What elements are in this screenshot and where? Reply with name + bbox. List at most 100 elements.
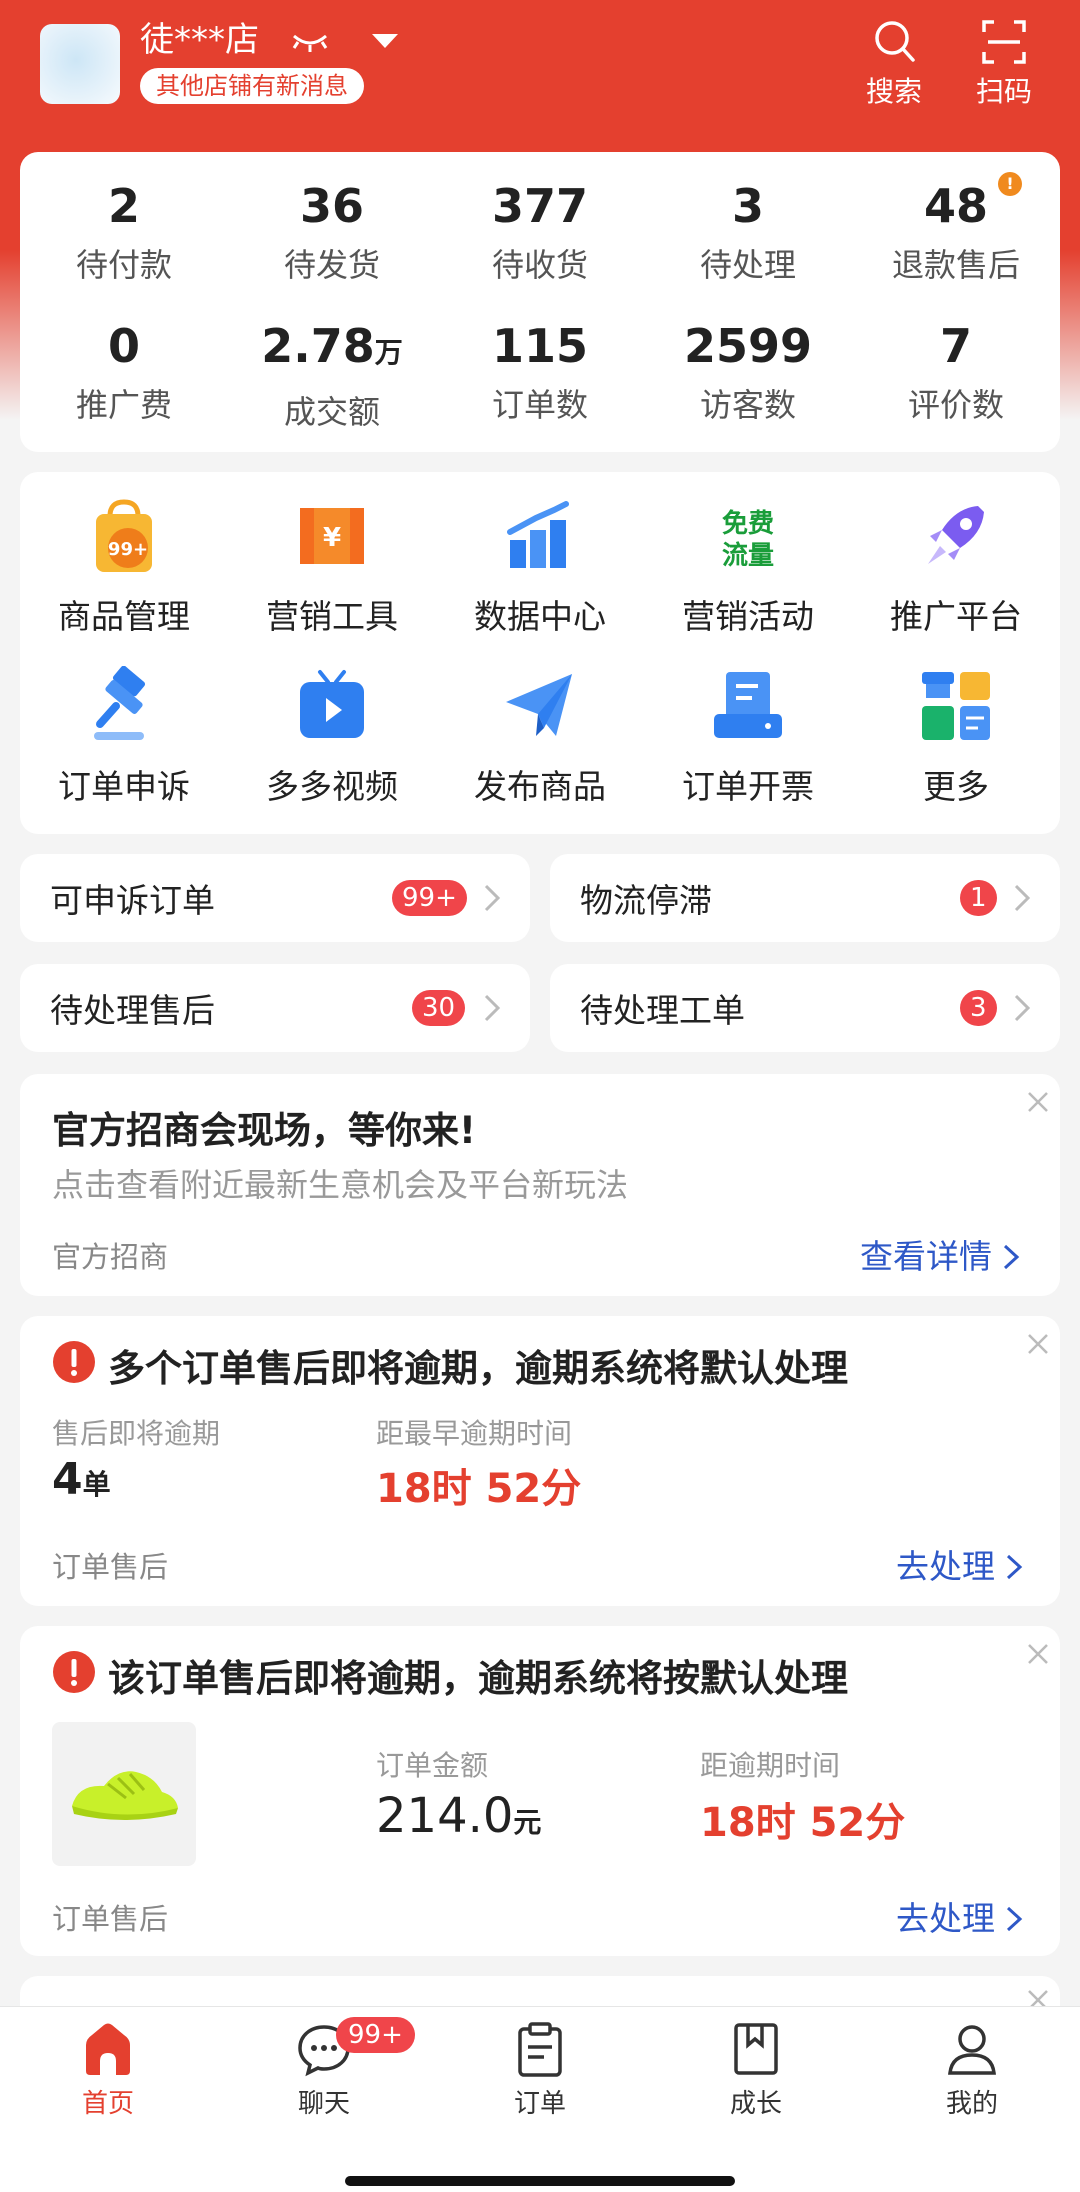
shortcut-label: 可申诉订单 [50, 881, 215, 920]
earliest-overdue-time: 18时 52分 [376, 1466, 582, 1512]
tool-duoduo-video[interactable]: 多多视频 [228, 666, 436, 808]
shortcut-logistics-stalled[interactable]: 物流停滞 1 [550, 854, 1060, 942]
count-badge: 3 [960, 990, 997, 1026]
tab-label: 首页 [81, 2089, 134, 2119]
hide-eye-icon[interactable] [290, 26, 330, 56]
chevron-right-icon [1006, 1906, 1023, 1932]
tool-label: 更多 [923, 767, 989, 806]
stat-label: 访客数 [699, 386, 796, 424]
product-thumbnail[interactable] [52, 1722, 196, 1866]
recruitment-notice-card[interactable]: 官方招商会现场，等你来! 点击查看附近最新生意机会及平台新玩法 官方招商 查看详… [20, 1074, 1060, 1296]
bar-chart-icon [507, 501, 569, 568]
stat-value: 3 [731, 179, 764, 233]
tab-chat[interactable]: 聊天 99+ [216, 2017, 432, 2120]
tool-label: 多多视频 [266, 767, 398, 806]
chevron-right-icon [1003, 1244, 1020, 1270]
notice-title: 多个订单售后即将逾期，逾期系统将默认处理 [108, 1347, 848, 1390]
tab-home[interactable]: 首页 [0, 2021, 216, 2120]
stat-pending-payment[interactable]: 2 待付款 [20, 178, 228, 286]
svg-text:¥: ¥ [323, 523, 341, 553]
icon-text-line2: 流量 [722, 541, 774, 571]
bottom-tab-bar: 首页 聊天 99+ 订单 成长 我的 [0, 2006, 1080, 2192]
search-button[interactable]: 搜索 [854, 18, 934, 110]
shortcut-pending-aftersale[interactable]: 待处理售后 30 [20, 964, 530, 1052]
stat-pending-handling[interactable]: 3 待处理 [644, 178, 852, 286]
stat-gmv[interactable]: 2.78万 成交额 [228, 318, 436, 433]
tool-promotion-platform[interactable]: 推广平台 [852, 496, 1060, 638]
aftersale-overdue-single-card[interactable]: 该订单售后即将逾期，逾期系统将按默认处理 订单金额 214.0元 距逾期时间 1… [20, 1626, 1060, 1956]
order-amount-value: 214.0 [376, 1788, 514, 1844]
shortcut-appealable-orders[interactable]: 可申诉订单 99+ [20, 854, 530, 942]
bag-99-icon: 99+ [96, 499, 152, 572]
order-amount-label: 订单金额 [376, 1749, 489, 1782]
top-header: 徒***店 其他店铺有新消息 搜索 扫码 [0, 0, 1080, 150]
gavel-icon [94, 665, 146, 740]
scan-button[interactable]: 扫码 [964, 18, 1044, 110]
view-details-link[interactable]: 查看详情 [860, 1230, 1020, 1278]
invoice-printer-icon [714, 672, 782, 738]
notice-source: 官方招商 [52, 1240, 169, 1274]
tool-more[interactable]: 更多 [852, 666, 1060, 808]
tool-marketing-activity[interactable]: 免费 流量 营销活动 [644, 496, 852, 638]
tab-growth[interactable]: 成长 [648, 2021, 864, 2120]
stat-order-count[interactable]: 115 订单数 [436, 318, 644, 426]
tab-orders[interactable]: 订单 [432, 2021, 648, 2120]
stat-value: 377 [491, 179, 589, 233]
free-traffic-icon: 免费 流量 [722, 508, 774, 571]
stat-value: 2.78 [261, 319, 375, 373]
stat-promotion-fee[interactable]: 0 推广费 [20, 318, 228, 426]
tab-me[interactable]: 我的 [864, 2021, 1080, 2120]
stat-pending-shipment[interactable]: 36 待发货 [228, 178, 436, 286]
shop-avatar[interactable] [40, 24, 120, 104]
shortcut-label: 待处理工单 [580, 991, 745, 1030]
stat-label: 待发货 [283, 246, 380, 284]
shop-name[interactable]: 徒***店 [140, 18, 259, 62]
tool-product-management[interactable]: 99+ 商品管理 [20, 496, 228, 638]
stat-review-count[interactable]: 7 评价数 [852, 318, 1060, 426]
stat-pending-receipt[interactable]: 377 待收货 [436, 178, 644, 286]
notice-title: 该订单售后即将逾期，逾期系统将按默认处理 [108, 1657, 848, 1700]
tool-marketing-tools[interactable]: ¥ 营销工具 [228, 496, 436, 638]
tool-label: 订单开票 [682, 767, 814, 806]
stat-label: 推广费 [75, 386, 172, 424]
warning-icon [53, 1341, 95, 1383]
tool-label: 商品管理 [58, 597, 190, 636]
shop-switch-caret-icon[interactable] [370, 30, 400, 52]
scan-label: 扫码 [975, 75, 1032, 108]
handle-link[interactable]: 去处理 [896, 1540, 1023, 1588]
stat-label: 退款售后 [891, 246, 1020, 284]
tool-publish-product[interactable]: 发布商品 [436, 666, 644, 808]
tool-order-appeal[interactable]: 订单申诉 [20, 665, 228, 808]
close-icon[interactable] [1026, 1090, 1050, 1114]
home-indicator [345, 2176, 735, 2186]
chevron-right-icon [484, 884, 501, 912]
close-icon[interactable] [1026, 1642, 1050, 1666]
tab-label: 我的 [945, 2089, 998, 2119]
alert-badge: ! [998, 172, 1022, 196]
shortcut-label: 物流停滞 [580, 881, 712, 920]
notice-source: 订单售后 [52, 1550, 169, 1584]
tab-label: 订单 [513, 2089, 566, 2119]
order-amount-row: 214.0元 [376, 1788, 541, 1844]
shortcut-pending-tickets[interactable]: 待处理工单 3 [550, 964, 1060, 1052]
other-shop-message-badge[interactable]: 其他店铺有新消息 [140, 68, 364, 104]
stat-value: 0 [107, 319, 140, 373]
stat-visitor-count[interactable]: 2599 访客数 [644, 318, 852, 426]
close-icon[interactable] [1026, 1332, 1050, 1356]
handle-link[interactable]: 去处理 [896, 1892, 1023, 1940]
earliest-overdue-label: 距最早逾期时间 [376, 1417, 573, 1450]
stat-label: 订单数 [491, 386, 588, 424]
handle-label: 去处理 [896, 1547, 995, 1586]
overdue-time-label: 距逾期时间 [700, 1749, 841, 1782]
overdue-count-row: 4单 [52, 1454, 111, 1505]
tool-order-invoice[interactable]: 订单开票 [644, 666, 852, 808]
chevron-right-icon [1006, 1554, 1023, 1580]
chevron-right-icon [484, 994, 501, 1022]
stat-refund-aftersale[interactable]: 48 退款售后 ! [852, 172, 1060, 286]
notice-subtitle: 点击查看附近最新生意机会及平台新玩法 [52, 1166, 629, 1204]
shop-stats-card: 2 待付款 36 待发货 377 待收货 3 待处理 48 退款售后 ! 0 推… [20, 152, 1060, 452]
tab-label: 成长 [729, 2089, 782, 2119]
tool-data-center[interactable]: 数据中心 [436, 496, 644, 638]
aftersale-overdue-multi-card[interactable]: 多个订单售后即将逾期，逾期系统将默认处理 售后即将逾期 4单 距最早逾期时间 1… [20, 1316, 1060, 1606]
chevron-right-icon [1014, 994, 1031, 1022]
